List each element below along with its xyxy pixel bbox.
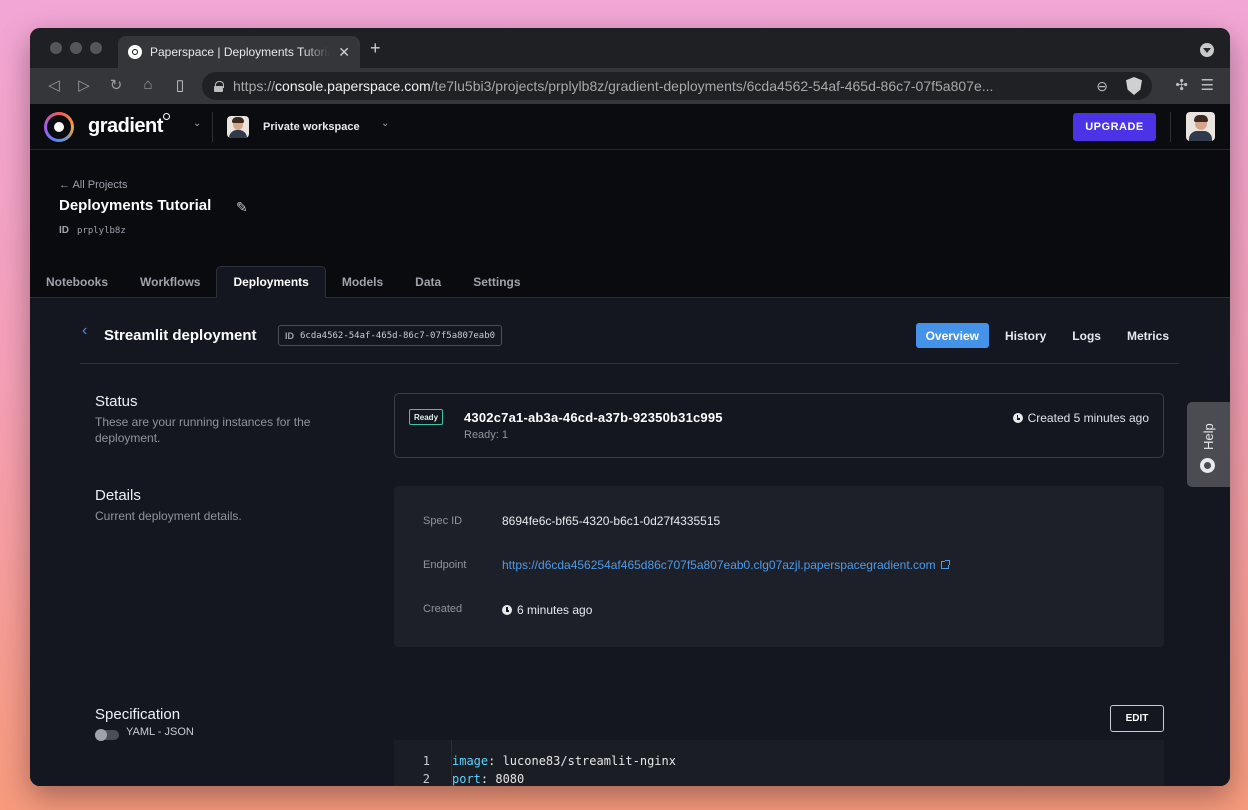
upgrade-button[interactable]: UPGRADE [1073,113,1156,141]
divider [212,112,213,142]
help-tab[interactable]: Help [1187,402,1230,487]
logo-text[interactable]: gradient [88,115,163,138]
zoom-icon[interactable]: ⊖ [1096,78,1108,95]
code-line: 2 port: 8080 [422,772,525,786]
brave-shield-icon[interactable] [1126,77,1142,95]
browser-window: Paperspace | Deployments Tutorial ✕ + ◁ … [30,28,1230,786]
nav-metrics[interactable]: Metrics [1117,323,1179,348]
deployment-nav: Overview History Logs Metrics [910,323,1179,348]
deployment-title: Streamlit deployment [104,327,257,344]
browser-tab[interactable]: Paperspace | Deployments Tutorial ✕ [118,36,360,68]
forward-arrow-icon[interactable]: ▷ [74,76,94,94]
project-id: prplylb8z [77,226,126,236]
logo-dot-icon [163,113,170,120]
browser-toolbar: ◁ ▷ ↻ ⌂ ▯ https://console.paperspace.com… [30,68,1230,104]
browser-tabbar: Paperspace | Deployments Tutorial ✕ + [30,28,1230,68]
instance-card: Ready 4302c7a1-ab3a-46cd-a37b-92350b31c9… [394,393,1164,458]
tab-search-icon[interactable] [1200,43,1214,57]
tab-deployments[interactable]: Deployments [216,266,326,298]
tab-models[interactable]: Models [326,266,399,298]
project-title: Deployments Tutorial [59,197,212,214]
workspace-chevron-down-icon[interactable]: ⌄ [381,118,389,129]
deployment-id-label: ID [285,330,294,341]
edit-button[interactable]: EDIT [1110,705,1164,732]
edit-pencil-icon[interactable]: ✎ [236,199,248,216]
created-value: 6 minutes ago [502,603,592,617]
instance-created: Created 5 minutes ago [1012,411,1149,425]
deployment-id: 6cda4562-54af-465d-86c7-07f5a807eab0 [300,330,496,341]
tab-title: Paperspace | Deployments Tutorial [150,45,331,59]
nav-history[interactable]: History [995,323,1056,348]
project-tabs: Notebooks Workflows Deployments Models D… [30,266,537,298]
status-description: These are your running instances for the… [95,415,311,445]
minimize-window-button[interactable] [70,42,82,54]
spec-code-editor[interactable]: 1 image: lucone83/streamlit-nginx 2 port… [394,740,1164,786]
extensions-icon[interactable]: ✣ [1175,76,1188,94]
created-label: Created [423,603,463,615]
maximize-window-button[interactable] [90,42,102,54]
instance-id: 4302c7a1-ab3a-46cd-a37b-92350b31c995 [464,410,723,425]
project-id-label: ID [59,225,69,236]
tab-workflows[interactable]: Workflows [124,266,216,298]
close-tab-icon[interactable]: ✕ [338,44,350,61]
tab-notebooks[interactable]: Notebooks [30,266,124,298]
address-bar[interactable]: https://console.paperspace.com/te7lu5bi3… [202,72,1152,100]
yaml-json-toggle[interactable] [95,729,119,741]
help-label: Help [1201,423,1216,450]
details-description: Current deployment details. [95,509,242,523]
nav-logs[interactable]: Logs [1062,323,1111,348]
deployment-header: ‹ Streamlit deployment ID 6cda4562-54af-… [80,298,1179,364]
url-text[interactable]: https://console.paperspace.com/te7lu5bi3… [233,78,1073,94]
divider [1170,112,1171,142]
nav-overview[interactable]: Overview [915,323,989,348]
back-chevron-icon[interactable]: ‹ [82,322,87,340]
details-card: Spec ID 8694fe6c-bf65-4320-b6c1-0d27f433… [394,486,1164,647]
clock-icon [1012,413,1023,423]
app-header: gradient ⌄ Private workspace ⌄ UPGRADE [30,104,1230,150]
specification-title: Specification [95,706,181,723]
window-controls [50,42,102,54]
tab-settings[interactable]: Settings [457,266,536,298]
deployment-id-box[interactable]: ID 6cda4562-54af-465d-86c7-07f5a807eab0 [278,325,503,346]
bookmark-icon[interactable]: ▯ [170,76,190,94]
workspace-name[interactable]: Private workspace [263,121,360,133]
lock-icon[interactable] [214,80,224,92]
external-link-icon [940,560,950,569]
spec-id-value: 8694fe6c-bf65-4320-b6c1-0d27f4335515 [502,514,721,528]
instance-ready-count: Ready: 1 [464,429,509,441]
back-arrow-icon[interactable]: ◁ [44,76,64,94]
lifebuoy-icon [1200,458,1215,473]
status-title: Status [95,393,138,410]
chevron-down-icon[interactable]: ⌄ [193,118,201,129]
workspace-avatar[interactable] [227,116,249,138]
gradient-logo-icon[interactable] [44,112,74,142]
user-avatar[interactable] [1186,112,1215,141]
home-icon[interactable]: ⌂ [138,76,158,93]
reload-icon[interactable]: ↻ [106,76,126,94]
details-title: Details [95,487,141,504]
endpoint-label: Endpoint [423,559,467,571]
all-projects-link[interactable]: ← All Projects [59,179,127,191]
spec-id-label: Spec ID [423,515,463,527]
close-window-button[interactable] [50,42,62,54]
code-line: 1 image: lucone83/streamlit-nginx [422,754,676,768]
status-badge: Ready [409,409,444,425]
menu-icon[interactable]: ☰ [1201,76,1214,94]
new-tab-button[interactable]: + [370,38,381,59]
endpoint-link[interactable]: https://d6cda456254af465d86c707f5a807eab… [502,558,950,572]
toggle-label: YAML - JSON [126,726,194,738]
tab-data[interactable]: Data [399,266,457,298]
clock-icon [502,605,512,615]
deployment-content: ‹ Streamlit deployment ID 6cda4562-54af-… [30,298,1230,786]
paperspace-favicon-icon [128,45,142,59]
project-header: ← All Projects Deployments Tutorial ✎ ID… [30,150,1230,298]
